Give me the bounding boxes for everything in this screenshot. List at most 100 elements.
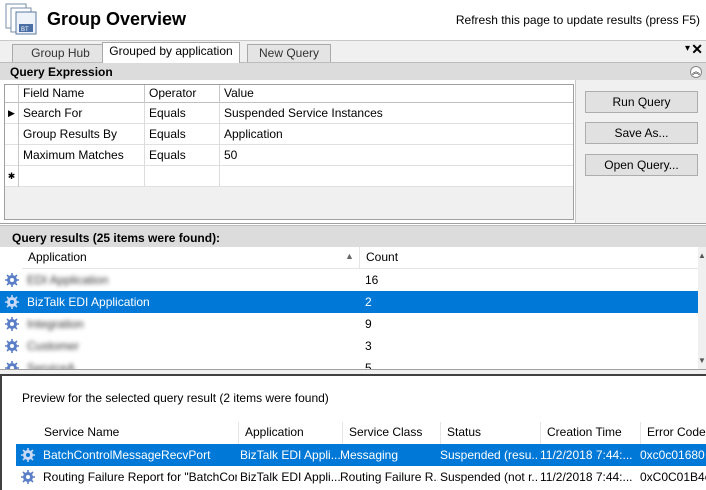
tab-group-hub[interactable]: Group Hub xyxy=(12,44,109,63)
tab-new-query[interactable]: New Query xyxy=(247,44,331,63)
count-cell: 16 xyxy=(365,273,379,287)
page-title: Group Overview xyxy=(47,9,187,29)
row-header-corner xyxy=(5,85,19,103)
save-as-button[interactable]: Save As... xyxy=(585,122,698,144)
new-row-icon: ✱ xyxy=(5,166,19,187)
preview-label: Preview for the selected query result (2… xyxy=(22,391,329,405)
column-application[interactable]: Application xyxy=(239,422,343,444)
result-row[interactable]: Integration 9 xyxy=(0,313,698,335)
query-buttons-pane: Run Query Save As... Open Query... xyxy=(575,80,706,223)
error-code-cell: 0xc0c01680 xyxy=(640,448,705,462)
service-class-cell: Messaging xyxy=(340,448,399,462)
scroll-down-icon[interactable]: ▼ xyxy=(698,356,706,365)
column-operator[interactable]: Operator xyxy=(145,85,220,103)
run-query-button[interactable]: Run Query xyxy=(585,91,698,113)
application-cell: Customer xyxy=(27,339,80,353)
count-cell: 2 xyxy=(365,295,372,309)
header: BT Group Overview Refresh this page to u… xyxy=(0,0,706,40)
creation-time-cell: 11/2/2018 7:44:... xyxy=(540,470,633,484)
column-error-code[interactable]: Error Code xyxy=(641,422,706,444)
column-service-class[interactable]: Service Class xyxy=(343,422,441,444)
operator-cell[interactable]: Equals xyxy=(145,124,220,145)
application-cell: BizTalk EDI Appli... xyxy=(240,470,340,484)
count-cell: 3 xyxy=(365,339,372,353)
value-cell[interactable] xyxy=(220,166,573,187)
grid-header: Field Name Operator Value xyxy=(5,85,573,103)
query-expression-label: Query Expression xyxy=(10,65,113,79)
application-cell: BizTalk EDI Application xyxy=(27,295,150,309)
gear-icon xyxy=(5,339,19,353)
preview-row-selected[interactable]: BatchControlMessageRecvPort BizTalk EDI … xyxy=(16,444,706,466)
result-row-selected[interactable]: BizTalk EDI Application 2 xyxy=(0,291,698,313)
open-query-button[interactable]: Open Query... xyxy=(585,154,698,176)
gear-icon xyxy=(21,470,35,484)
current-row-icon: ▶ xyxy=(5,103,19,124)
gear-icon xyxy=(5,317,19,331)
operator-cell[interactable] xyxy=(145,166,220,187)
refresh-hint: Refresh this page to update results (pre… xyxy=(455,13,700,27)
column-application-label: Application xyxy=(28,250,87,264)
panel-splitter[interactable] xyxy=(0,369,706,376)
sort-ascending-icon: ▲ xyxy=(345,251,354,261)
application-cell: BizTalk EDI Appli... xyxy=(240,448,340,462)
field-name-cell[interactable]: Maximum Matches xyxy=(19,145,145,166)
column-creation-time[interactable]: Creation Time xyxy=(541,422,641,444)
count-cell: 9 xyxy=(365,317,372,331)
operator-cell[interactable]: Equals xyxy=(145,103,220,124)
results-scrollbar[interactable]: ▲ ▼ xyxy=(698,247,706,369)
status-cell: Suspended (not r... xyxy=(440,470,539,484)
error-code-cell: 0xC0C01B4e xyxy=(640,470,706,484)
expression-row[interactable]: ▶ Search For Equals Suspended Service In… xyxy=(5,103,573,124)
column-value[interactable]: Value xyxy=(220,85,573,103)
column-application[interactable]: Application xyxy=(22,247,360,269)
column-service-name[interactable]: Service Name xyxy=(38,422,239,444)
service-class-cell: Routing Failure R... xyxy=(340,470,438,484)
query-expression-panel: Field Name Operator Value ▶ Search For E… xyxy=(0,80,706,224)
status-cell: Suspended (resu... xyxy=(440,448,539,462)
tab-bar: Group Hub Grouped by application New Que… xyxy=(0,40,706,63)
column-status[interactable]: Status xyxy=(441,422,541,444)
application-cell: ServiceA xyxy=(27,361,76,369)
gear-icon xyxy=(5,295,19,309)
gear-icon xyxy=(21,448,35,462)
field-name-cell[interactable]: Search For xyxy=(19,103,145,124)
result-row[interactable]: EDI Application 16 xyxy=(0,269,698,291)
scroll-up-icon[interactable]: ▲ xyxy=(698,251,706,260)
query-results-list: Application ▲ Count EDI Application 16 B… xyxy=(0,247,706,369)
biztalk-console-icon: BT xyxy=(5,3,37,35)
svg-text:BT: BT xyxy=(21,27,29,33)
query-results-label: Query results (25 items were found): xyxy=(12,231,221,245)
gear-icon xyxy=(5,273,19,287)
row-header xyxy=(5,145,19,166)
column-count[interactable]: Count xyxy=(360,247,698,269)
tab-grouped-by-application[interactable]: Grouped by application xyxy=(102,42,240,63)
new-expression-row[interactable]: ✱ xyxy=(5,166,573,187)
field-name-cell[interactable] xyxy=(19,166,145,187)
query-expression-grid: Field Name Operator Value ▶ Search For E… xyxy=(4,84,574,220)
query-expression-header: Query Expression ︽ xyxy=(0,62,706,80)
close-icon[interactable]: ✕ xyxy=(691,41,703,58)
expression-row[interactable]: Maximum Matches Equals 50 xyxy=(5,145,573,166)
result-row[interactable]: ServiceA 5 xyxy=(0,357,698,369)
preview-row[interactable]: Routing Failure Report for "BatchCont...… xyxy=(16,466,706,488)
field-name-cell[interactable]: Group Results By xyxy=(19,124,145,145)
application-cell: Integration xyxy=(27,317,84,331)
query-results-header: Query results (25 items were found): xyxy=(0,225,706,247)
preview-panel: Preview for the selected query result (2… xyxy=(0,376,706,490)
value-cell[interactable]: 50 xyxy=(220,145,573,166)
column-field-name[interactable]: Field Name xyxy=(19,85,145,103)
tab-menu-icon[interactable]: ▾ xyxy=(685,43,690,54)
creation-time-cell: 11/2/2018 7:44:... xyxy=(540,448,633,462)
count-cell: 5 xyxy=(365,361,372,369)
result-row[interactable]: Customer 3 xyxy=(0,335,698,357)
expression-row[interactable]: Group Results By Equals Application xyxy=(5,124,573,145)
service-name-cell: Routing Failure Report for "BatchCont... xyxy=(43,470,237,484)
operator-cell[interactable]: Equals xyxy=(145,145,220,166)
value-cell[interactable]: Suspended Service Instances xyxy=(220,103,573,124)
value-cell[interactable]: Application xyxy=(220,124,573,145)
service-name-cell: BatchControlMessageRecvPort xyxy=(43,448,211,462)
row-header xyxy=(5,124,19,145)
gear-icon xyxy=(5,361,19,369)
application-cell: EDI Application xyxy=(27,273,109,287)
collapse-icon[interactable]: ︽ xyxy=(690,66,702,78)
